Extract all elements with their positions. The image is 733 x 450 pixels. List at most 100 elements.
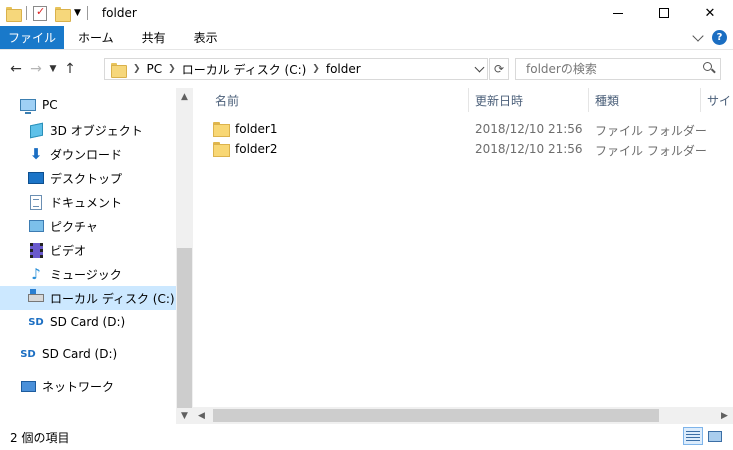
sidebar-item-sd-card-root[interactable]: SD SD Card (D:) — [0, 342, 176, 366]
tab-home[interactable]: ホーム — [64, 26, 128, 49]
column-divider[interactable] — [700, 88, 701, 112]
separator — [86, 6, 88, 20]
sidebar-item-network[interactable]: ネットワーク — [0, 374, 176, 398]
file-name: folder2 — [235, 142, 278, 156]
scroll-up-button[interactable]: ▲ — [176, 88, 193, 105]
sidebar-item-pc[interactable]: PC — [0, 93, 176, 117]
refresh-button[interactable]: ⟳ — [489, 58, 509, 80]
desktop-icon — [28, 172, 44, 184]
tab-share[interactable]: 共有 — [128, 26, 180, 49]
sidebar-item-label: SD Card (D:) — [42, 347, 118, 361]
sidebar-item-pictures[interactable]: ピクチャ — [0, 214, 176, 238]
title-bar: ▼ folder ✕ — [0, 0, 733, 26]
breadcrumb-separator[interactable]: ❯ — [168, 64, 176, 74]
close-button[interactable]: ✕ — [687, 0, 733, 26]
window-controls: ✕ — [595, 0, 733, 26]
expand-ribbon-icon[interactable] — [692, 29, 704, 42]
documents-icon — [30, 194, 42, 210]
breadcrumb-pc[interactable]: PC — [147, 62, 163, 76]
pc-icon — [20, 99, 36, 114]
search-box[interactable] — [515, 58, 721, 80]
scrollbar-thumb[interactable] — [213, 409, 659, 422]
sidebar-item-downloads[interactable]: ⬇ ダウンロード — [0, 142, 176, 166]
file-list: ⌃ 名前 更新日時 種類 サイ folder1 2018/12/10 21:56… — [193, 88, 733, 424]
sidebar-item-label: ピクチャ — [50, 219, 98, 234]
scroll-down-button[interactable]: ▼ — [176, 407, 193, 424]
download-icon: ⬇ — [29, 145, 43, 163]
forward-button[interactable]: → — [26, 61, 46, 77]
sd-card-icon: SD — [28, 316, 44, 328]
large-icons-view-button[interactable] — [705, 427, 725, 445]
column-header-size[interactable]: サイ — [707, 88, 731, 112]
breadcrumb-separator[interactable]: ❯ — [133, 64, 141, 74]
sidebar-item-music[interactable]: ♪ ミュージック — [0, 262, 176, 286]
navigation-bar: ← → ▼ ↑ ❯ PC ❯ ローカル ディスク (C:) ❯ folder ⟳ — [0, 50, 733, 88]
folder-icon — [6, 6, 22, 22]
column-header-modified[interactable]: 更新日時 — [475, 88, 523, 112]
sidebar-item-label: SD Card (D:) — [50, 315, 126, 329]
ribbon-right-controls: ? — [692, 29, 727, 45]
ribbon-tabs: ファイル ホーム 共有 表示 ? — [0, 26, 733, 50]
sidebar-item-label: PC — [42, 98, 58, 112]
sidebar-item-documents[interactable]: ドキュメント — [0, 190, 176, 214]
column-divider[interactable] — [588, 88, 589, 112]
sidebar-item-label: ビデオ — [50, 243, 87, 258]
details-view-button[interactable] — [683, 427, 703, 445]
sidebar-item-desktop[interactable]: デスクトップ — [0, 166, 176, 190]
sidebar-item-label: 3D オブジェクト — [50, 123, 143, 138]
sidebar-item-3d-objects[interactable]: 3D オブジェクト — [0, 118, 176, 142]
scroll-left-button[interactable]: ◀ — [193, 407, 210, 424]
minimize-button[interactable] — [595, 0, 641, 26]
folder-icon — [213, 122, 230, 137]
file-row-folder1[interactable]: folder1 2018/12/10 21:56 ファイル フォルダー — [213, 119, 733, 139]
maximize-button[interactable] — [641, 0, 687, 26]
sidebar-item-label: ミュージック — [50, 267, 122, 282]
new-folder-icon[interactable] — [55, 6, 71, 22]
file-name: folder1 — [235, 122, 278, 136]
tab-file[interactable]: ファイル — [0, 26, 65, 49]
column-header-name[interactable]: 名前 — [215, 88, 239, 112]
details-view-icon — [686, 430, 700, 442]
local-disk-icon — [28, 289, 44, 302]
customize-quick-access-icon[interactable]: ▼ — [74, 8, 81, 18]
up-button[interactable]: ↑ — [60, 61, 80, 77]
refresh-icon: ⟳ — [493, 62, 505, 76]
separator — [26, 6, 27, 20]
folder-icon — [111, 62, 127, 78]
view-switcher — [683, 427, 725, 445]
navigation-pane-scrollbar[interactable]: ▲ ▼ — [176, 88, 193, 424]
file-row-folder2[interactable]: folder2 2018/12/10 21:56 ファイル フォルダー — [213, 139, 733, 159]
sidebar-item-sd-card[interactable]: SD SD Card (D:) — [0, 310, 176, 334]
pictures-icon — [28, 220, 44, 232]
file-list-scrollbar[interactable]: ◀ ▶ — [193, 407, 733, 424]
address-bar[interactable]: ❯ PC ❯ ローカル ディスク (C:) ❯ folder — [104, 58, 488, 80]
sd-card-icon: SD — [20, 348, 36, 360]
search-input[interactable] — [526, 62, 686, 76]
scrollbar-thumb[interactable] — [177, 248, 192, 408]
close-icon: ✕ — [704, 5, 716, 21]
quick-access-toolbar: ▼ — [0, 0, 94, 26]
column-divider[interactable] — [468, 88, 469, 112]
help-icon[interactable]: ? — [712, 30, 727, 45]
music-icon: ♪ — [31, 265, 41, 283]
status-bar: 2 個の項目 — [0, 424, 733, 450]
back-button[interactable]: ← — [6, 61, 26, 77]
recent-locations-button[interactable]: ▼ — [46, 64, 60, 74]
sidebar-item-videos[interactable]: ビデオ — [0, 238, 176, 262]
address-dropdown-icon[interactable] — [474, 62, 485, 73]
breadcrumb-separator[interactable]: ❯ — [312, 64, 320, 74]
search-icon[interactable] — [703, 62, 712, 71]
file-modified: 2018/12/10 21:56 — [475, 122, 583, 136]
item-count: 2 個の項目 — [10, 430, 70, 445]
file-type: ファイル フォルダー — [595, 124, 707, 138]
tab-view[interactable]: 表示 — [180, 26, 232, 49]
column-header-type[interactable]: 種類 — [595, 88, 619, 112]
sort-ascending-icon: ⌃ — [336, 88, 344, 92]
breadcrumb-folder[interactable]: folder — [326, 62, 361, 76]
scroll-right-button[interactable]: ▶ — [716, 407, 733, 424]
properties-icon[interactable] — [33, 5, 47, 21]
breadcrumb-local-disk[interactable]: ローカル ディスク (C:) — [182, 61, 307, 78]
sidebar-item-label: ローカル ディスク (C:) — [50, 291, 175, 306]
maximize-icon — [659, 8, 669, 18]
sidebar-item-local-disk[interactable]: ローカル ディスク (C:) — [0, 286, 176, 310]
